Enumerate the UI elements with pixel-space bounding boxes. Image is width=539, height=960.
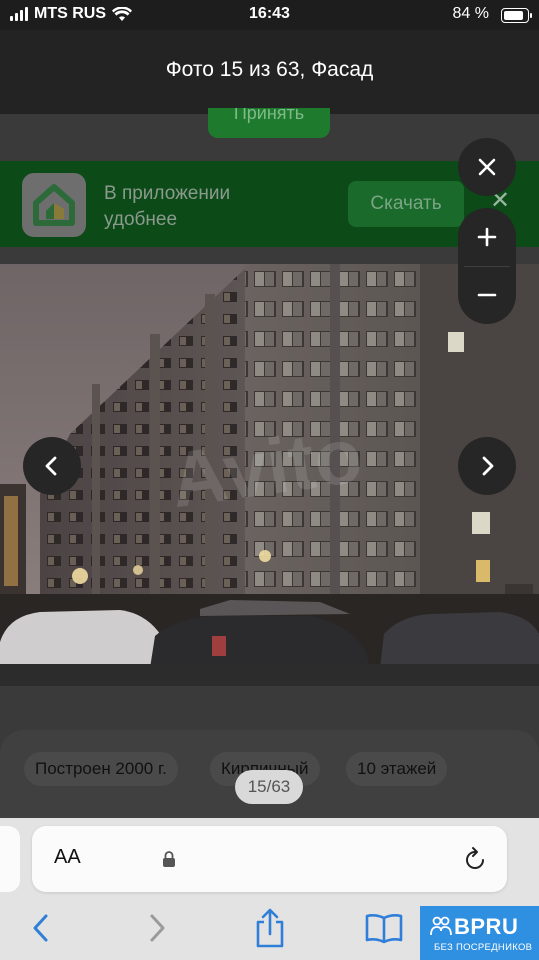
chevron-right-icon	[482, 456, 494, 476]
status-bar: MTS RUS 16:43 84 %	[0, 0, 539, 30]
forward-icon[interactable]	[142, 906, 172, 950]
accept-button[interactable]: Принять	[208, 108, 330, 138]
bpru-logo: BPRU БЕЗ ПОСРЕДНИКОВ	[420, 906, 539, 960]
photo-counter: 15/63	[235, 770, 303, 804]
text-size-button[interactable]: AA	[54, 846, 81, 869]
previous-photo-button[interactable]	[23, 437, 81, 495]
reload-icon[interactable]	[462, 845, 488, 873]
minus-icon	[477, 293, 497, 297]
bpru-brand: BPRU	[454, 914, 519, 939]
previous-tab-preview[interactable]	[0, 826, 20, 892]
download-app-button[interactable]: Скачать	[348, 181, 464, 227]
photo-viewer-title: Фото 15 из 63, Фасад	[165, 58, 374, 81]
people-icon	[430, 916, 452, 936]
address-bar[interactable]: AA	[32, 826, 507, 892]
chip-built-year: Построен 2000 г.	[24, 752, 178, 786]
zoom-in-button[interactable]	[458, 208, 516, 266]
accept-button-label: Принять	[233, 108, 305, 123]
battery-percentage: 84 %	[452, 5, 489, 22]
zoom-out-button[interactable]	[458, 266, 516, 324]
text-size-label: AA	[54, 846, 81, 868]
app-banner-text: В приложении удобнее	[104, 183, 231, 230]
share-icon[interactable]	[252, 906, 288, 950]
chip-floors: 10 этажей	[346, 752, 448, 786]
app-logo-icon	[22, 173, 86, 237]
bpru-tagline: БЕЗ ПОСРЕДНИКОВ	[434, 942, 533, 953]
next-photo-button[interactable]	[458, 437, 516, 495]
close-icon	[478, 158, 496, 176]
lock-icon	[163, 851, 175, 867]
chevron-left-icon	[45, 456, 57, 476]
back-icon[interactable]	[26, 906, 56, 950]
zoom-controls	[458, 208, 516, 324]
photo-strip-edge	[0, 664, 539, 686]
plus-icon	[477, 227, 497, 247]
bookmarks-icon[interactable]	[364, 906, 404, 950]
photo-viewer-header: Фото 15 из 63, Фасад	[0, 30, 539, 114]
close-viewer-button[interactable]	[458, 138, 516, 196]
battery-icon	[501, 8, 532, 23]
